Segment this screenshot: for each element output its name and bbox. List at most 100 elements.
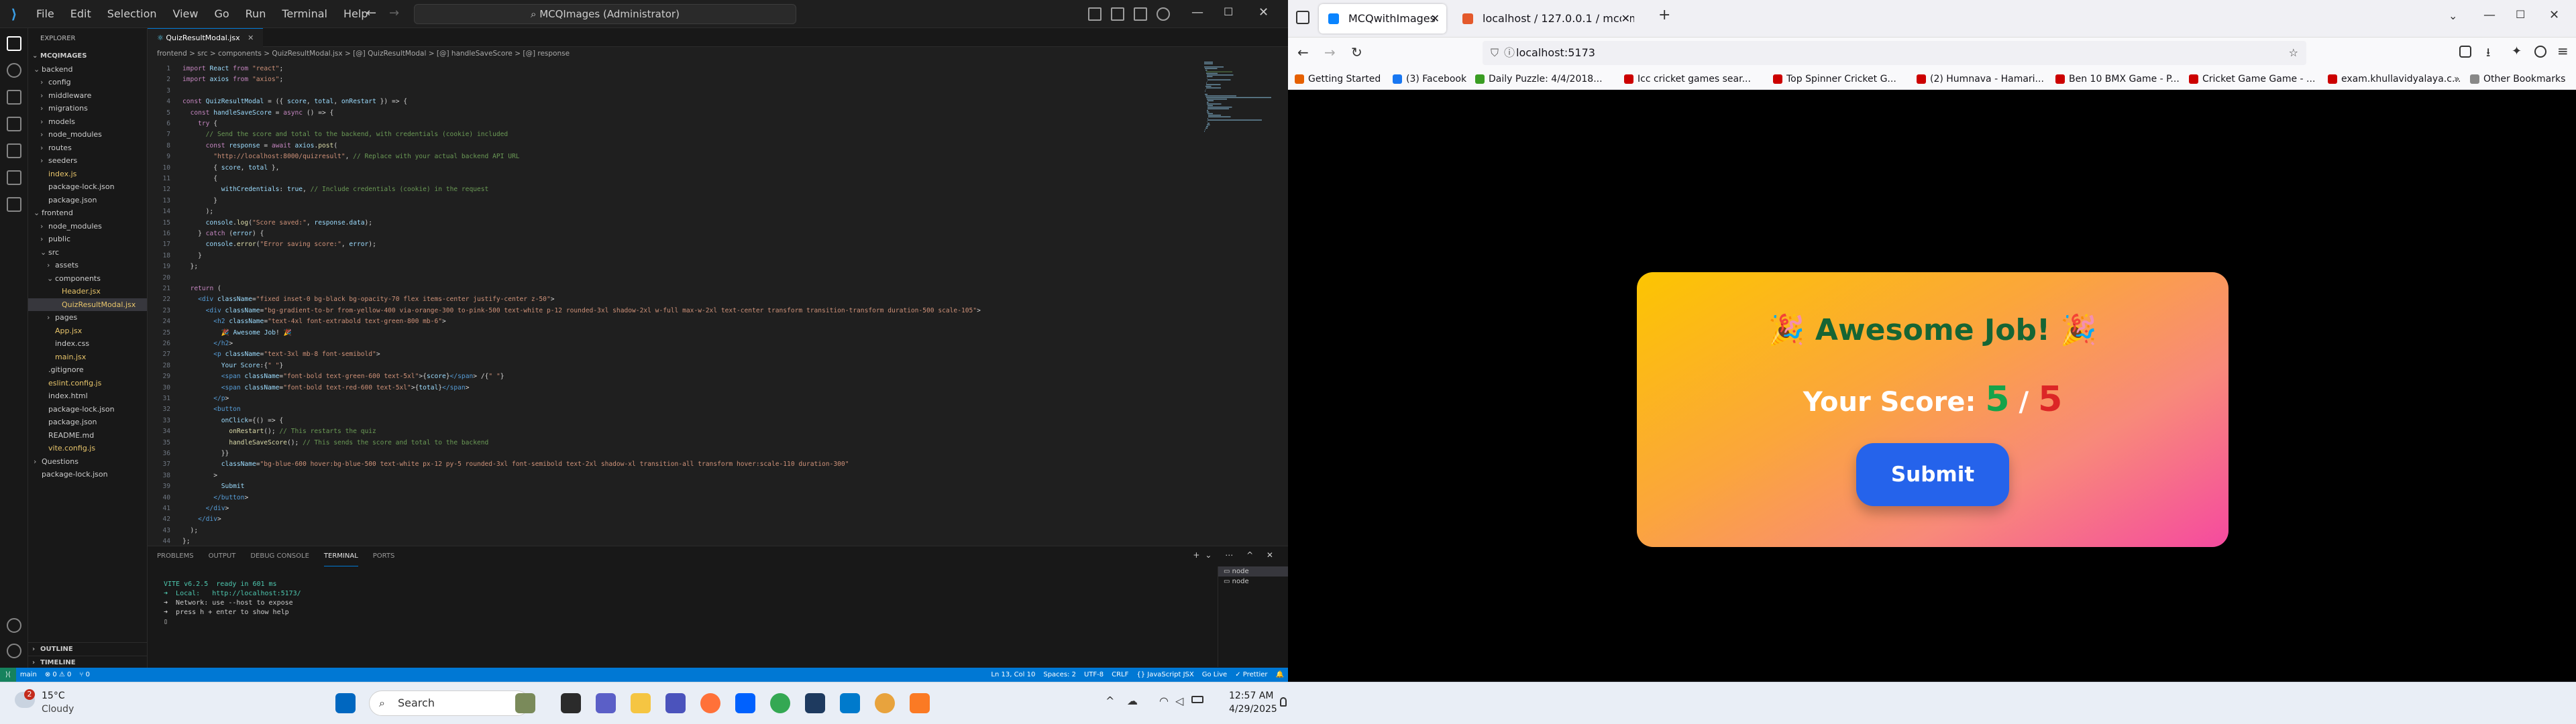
remote-explorer-icon[interactable] [7,170,21,185]
widgets-icon[interactable] [515,693,535,713]
folder-item[interactable]: ⌄ src [28,246,147,259]
folder-item[interactable]: › routes [28,141,147,155]
dropbox-icon[interactable] [735,693,755,713]
clock-date[interactable]: 4/29/2025 [1229,704,1277,715]
terminal-instance[interactable]: ▭ node [1218,577,1288,587]
bookmarks-overflow-icon[interactable]: » [2454,68,2460,89]
downloads-icon[interactable]: ⭳ [2486,44,2490,64]
folder-item[interactable]: ⌄ frontend [28,206,147,220]
nav-forward-icon[interactable]: → [389,6,399,20]
customize-layout-icon[interactable] [1157,7,1170,21]
panel-tab-ports[interactable]: PORTS [373,546,395,566]
timeline-section[interactable]: › TIMELINE [28,656,148,669]
close-tab-icon[interactable]: ✕ [248,34,254,42]
breadcrumb[interactable]: frontend > src > components > QuizResult… [148,47,1288,60]
file-item[interactable]: vite.config.js [28,442,147,455]
layout-secondary-icon[interactable] [1134,7,1147,21]
bookmark-item[interactable]: Top Spinner Cricket G... [1773,68,1896,89]
close-button[interactable]: ✕ [1258,5,1269,19]
run-debug-icon[interactable] [7,117,21,131]
terminal-output[interactable]: VITE v6.2.5 ready in 601 ms ➜ Local: http… [164,580,301,627]
status-left-item[interactable]: ⊗ 0 ⚠ 0 [41,668,76,682]
forward-icon[interactable]: → [1324,44,1336,60]
folder-item[interactable]: ⌄ backend [28,63,147,76]
file-item[interactable]: QuizResultModal.jsx [28,298,147,311]
status-left-item[interactable]: main [16,668,41,682]
notification-bell-icon[interactable] [1280,697,1287,707]
account-icon[interactable] [2534,46,2546,58]
file-item[interactable]: index.html [28,389,147,403]
file-item[interactable]: main.jsx [28,351,147,364]
command-center[interactable]: ⌕ MCQImages (Administrator) [414,4,796,24]
notifications-icon[interactable]: 🔔 [1272,668,1288,682]
taskbar-search[interactable]: ⌕ Search [369,690,530,716]
xampp-icon[interactable] [910,693,930,713]
gear-icon[interactable] [7,644,21,658]
testing-icon[interactable] [7,197,21,212]
menu-file[interactable]: File [28,0,62,28]
folder-item[interactable]: ⌄ components [28,272,147,286]
close-button[interactable]: ✕ [2549,8,2559,22]
terminal-instance[interactable]: ▭ node [1218,566,1288,577]
maximize-button[interactable]: ☐ [1224,5,1233,18]
bookmark-item[interactable]: Ben 10 BMX Game - P... [2055,68,2180,89]
volume-icon[interactable]: ◁ [1175,695,1183,707]
status-right-item[interactable]: Spaces: 2 [1039,668,1080,682]
status-right-item[interactable]: Go Live [1198,668,1231,682]
chrome-dev-icon[interactable] [875,693,895,713]
panel-tab-problems[interactable]: PROBLEMS [157,546,194,566]
sidebar-toggle-icon[interactable] [1296,11,1309,24]
file-item[interactable]: index.css [28,337,147,351]
other-bookmarks[interactable]: Other Bookmarks [2470,68,2565,89]
maximize-button[interactable]: ☐ [2516,8,2525,21]
pocket-icon[interactable] [2459,46,2471,58]
explorer-root[interactable]: ⌄ MCQIMAGES [28,50,147,63]
app-menu-icon[interactable]: ≡ [2557,43,2569,59]
extensions-icon[interactable] [7,143,21,158]
folder-item[interactable]: › Questions [28,455,147,469]
firefox-icon[interactable] [700,693,720,713]
terminal-icon[interactable] [805,693,825,713]
url-bar[interactable]: ⛉ ⓘ localhost:5173 ☆ [1483,41,2306,65]
panel-tab-output[interactable]: OUTPUT [209,546,236,566]
file-item[interactable]: package.json [28,194,147,207]
status-right-item[interactable]: CRLF [1108,668,1132,682]
bookmark-item[interactable]: exam.khullavidyalaya.c... [2328,68,2461,89]
close-tab-icon[interactable]: ✕ [1621,4,1630,34]
panel-tab-terminal[interactable]: TERMINAL [323,546,358,566]
minimize-button[interactable]: — [1191,5,1203,19]
file-item[interactable]: package-lock.json [28,403,147,416]
tray-chevron-icon[interactable]: ^ [1106,695,1114,707]
layout-panel-icon[interactable] [1111,7,1124,21]
bookmark-item[interactable]: (2) Humnava - Hamari... [1917,68,2044,89]
file-item[interactable]: Header.jsx [28,285,147,298]
file-item[interactable]: README.md [28,429,147,442]
folder-item[interactable]: › pages [28,311,147,324]
file-item[interactable]: package-lock.json [28,180,147,194]
folder-item[interactable]: › migrations [28,102,147,115]
folder-item[interactable]: › node_modules [28,128,147,141]
file-item[interactable]: eslint.config.js [28,377,147,390]
menu-selection[interactable]: Selection [99,0,165,28]
minimize-button[interactable]: — [2483,8,2496,22]
layout-sidebar-icon[interactable] [1088,7,1102,21]
menu-terminal[interactable]: Terminal [274,0,335,28]
bookmark-item[interactable]: (3) Facebook [1393,68,1466,89]
bookmark-star-icon[interactable]: ☆ [2289,41,2298,65]
folder-item[interactable]: › node_modules [28,220,147,233]
close-tab-icon[interactable]: ✕ [1431,4,1440,34]
account-icon[interactable] [7,618,21,633]
folder-item[interactable]: › assets [28,259,147,272]
vscode-icon[interactable] [840,693,860,713]
file-item[interactable]: App.jsx [28,324,147,338]
chrome-icon[interactable] [770,693,790,713]
explorer-icon[interactable] [7,36,21,51]
teams-icon[interactable] [596,693,616,713]
folder-item[interactable]: › config [28,76,147,89]
browser-tab-mcqwithimages[interactable]: MCQwithImages ✕ [1319,4,1446,34]
source-control-icon[interactable] [7,90,21,105]
minimap[interactable] [1204,62,1271,142]
remote-indicator-icon[interactable]: ⟩⟨ [0,668,16,682]
status-right-item[interactable]: UTF-8 [1080,668,1108,682]
list-tabs-icon[interactable]: ⌄ [2449,9,2457,22]
